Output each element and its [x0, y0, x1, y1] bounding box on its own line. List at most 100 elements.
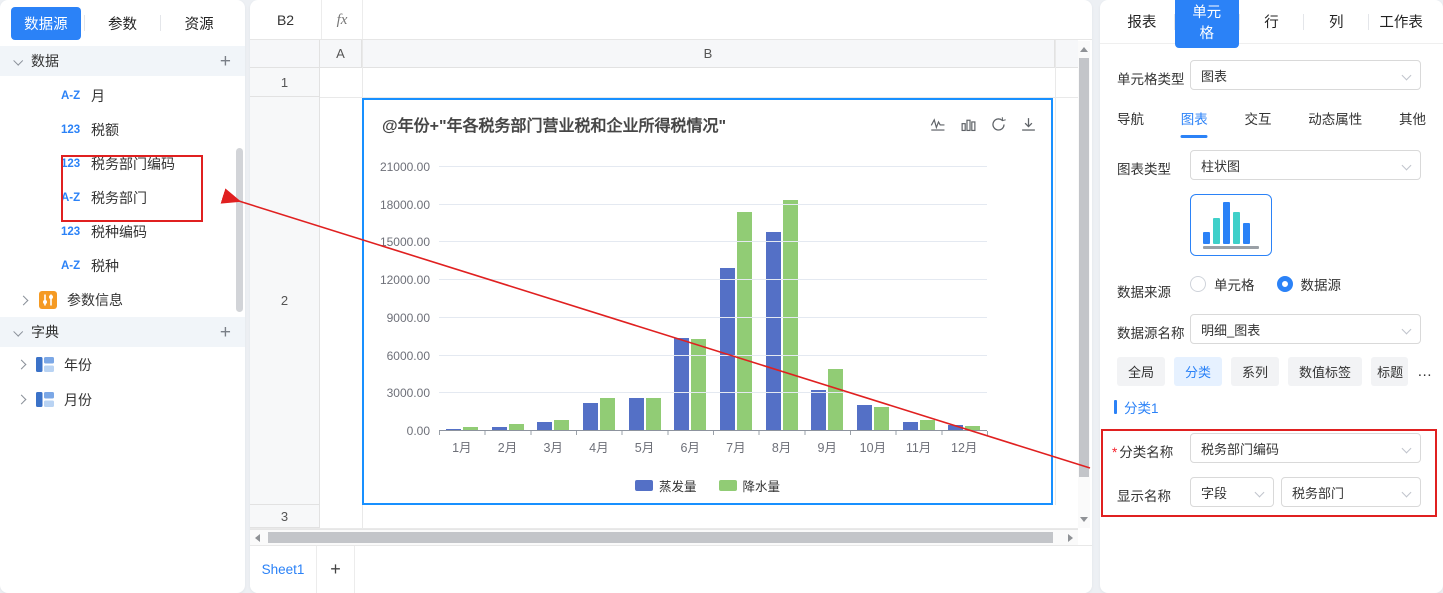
bar-chart-type-button[interactable] — [1190, 194, 1272, 256]
dict-item-year[interactable]: 年份 — [0, 347, 245, 382]
vertical-scroll-thumb[interactable] — [1079, 58, 1089, 477]
bar[interactable] — [720, 268, 735, 431]
tab-worksheet[interactable]: 工作表 — [1369, 11, 1433, 32]
chip-title[interactable]: 标题 — [1371, 357, 1408, 386]
column-headers: A B — [250, 40, 1078, 68]
chip-global[interactable]: 全局 — [1117, 357, 1165, 386]
radio-datasource-label[interactable]: 数据源 — [1301, 274, 1342, 294]
refresh-icon[interactable] — [990, 116, 1007, 133]
more-chips-icon[interactable]: … — [1417, 363, 1433, 380]
tab-cell[interactable]: 单元格 — [1175, 0, 1239, 48]
fx-icon[interactable]: fx — [322, 0, 363, 39]
add-field-icon[interactable]: + — [220, 52, 231, 71]
line-chart-icon[interactable] — [930, 116, 947, 133]
row-header-3[interactable]: 3 — [250, 505, 320, 528]
horizontal-scroll-thumb[interactable] — [268, 532, 1053, 543]
row-header-2[interactable]: 2 — [250, 97, 320, 505]
bar[interactable] — [737, 212, 752, 431]
tree-item-param-info[interactable]: 参数信息 — [0, 283, 245, 317]
number-type-icon: 123 — [61, 124, 91, 136]
sheet-tab-sheet1[interactable]: Sheet1 — [250, 546, 317, 593]
display-name-field-select[interactable]: 税务部门 — [1281, 477, 1421, 507]
chart-yaxis: 0.003000.006000.009000.0012000.0015000.0… — [364, 167, 430, 431]
subtab-dynamic-props[interactable]: 动态属性 — [1308, 100, 1362, 140]
radio-cell[interactable] — [1190, 276, 1206, 292]
tab-datasource[interactable]: 数据源 — [8, 7, 84, 40]
tab-cell-label: 单元格 — [1175, 0, 1239, 48]
add-dictionary-icon[interactable]: + — [220, 323, 231, 342]
download-icon[interactable] — [1020, 116, 1037, 133]
cell-name-box[interactable]: B2 — [250, 0, 322, 39]
legend-item[interactable]: 蒸发量 — [635, 476, 697, 495]
cell-type-select[interactable]: 图表 — [1190, 60, 1421, 90]
add-sheet-button[interactable]: + — [317, 546, 355, 593]
subtab-chart[interactable]: 图表 — [1181, 100, 1208, 140]
chart-legend: 蒸发量 降水量 — [364, 476, 1051, 495]
bar[interactable] — [583, 403, 598, 431]
tree-item-tax-amount[interactable]: 123 税额 — [0, 113, 245, 147]
scroll-left-icon[interactable] — [255, 534, 260, 542]
scroll-up-icon[interactable] — [1080, 47, 1088, 52]
bar[interactable] — [646, 398, 661, 431]
bar[interactable] — [828, 369, 843, 431]
tree-scrollbar[interactable] — [236, 148, 243, 312]
tree-item-tax-dept-code[interactable]: 123 税务部门编码 — [0, 147, 245, 181]
vertical-scrollbar[interactable] — [1078, 41, 1090, 528]
column-header-b[interactable]: B — [362, 40, 1055, 67]
radio-cell-label[interactable]: 单元格 — [1214, 274, 1255, 294]
horizontal-scrollbar[interactable] — [250, 529, 1078, 545]
gridline — [439, 355, 987, 356]
dict-item-month[interactable]: 月份 — [0, 382, 245, 417]
bar[interactable] — [766, 232, 781, 431]
tree-item-tax-type[interactable]: A-Z 税种 — [0, 249, 245, 283]
bar[interactable] — [874, 407, 889, 432]
tree-item-label: 税务部门 — [91, 188, 147, 208]
section-title: 字典 — [31, 322, 59, 342]
scroll-right-icon[interactable] — [1068, 534, 1073, 542]
radio-datasource[interactable] — [1277, 276, 1293, 292]
data-source-options: 单元格 数据源 — [1190, 274, 1443, 294]
bar[interactable] — [600, 398, 615, 431]
category-name-select[interactable]: 税务部门编码 — [1190, 433, 1421, 463]
category-name-value: 税务部门编码 — [1201, 439, 1279, 458]
subtab-interaction[interactable]: 交互 — [1245, 100, 1272, 140]
chart-cell-b2[interactable]: @年份+"年各税务部门营业税和企业所得税情况" 0.003000.006000.… — [362, 98, 1053, 505]
tree-item-tax-type-code[interactable]: 123 税种编码 — [0, 215, 245, 249]
bar[interactable] — [629, 398, 644, 431]
display-name-type-select[interactable]: 字段 — [1190, 477, 1274, 507]
tab-resources[interactable]: 资源 — [161, 13, 237, 34]
chip-value-label[interactable]: 数值标签 — [1288, 357, 1362, 386]
gridline — [439, 204, 987, 205]
chart-type-select[interactable]: 柱状图 — [1190, 150, 1421, 180]
select-all-corner[interactable] — [250, 40, 320, 67]
tree-item-label: 税额 — [91, 120, 119, 140]
chip-series[interactable]: 系列 — [1231, 357, 1279, 386]
formula-input[interactable] — [363, 0, 1092, 39]
bar-chart-icon[interactable] — [960, 116, 977, 133]
tab-column[interactable]: 列 — [1304, 11, 1368, 32]
ds-name-select[interactable]: 明细_图表 — [1190, 314, 1421, 344]
bar[interactable] — [857, 405, 872, 431]
tree-item-tax-dept[interactable]: A-Z 税务部门 — [0, 181, 245, 215]
cell-type-label: 单元格类型 — [1117, 68, 1185, 88]
bar[interactable] — [691, 339, 706, 431]
section-header-data[interactable]: 数据 + — [0, 46, 245, 76]
scroll-down-icon[interactable] — [1080, 517, 1088, 522]
tab-parameters[interactable]: 参数 — [85, 13, 161, 34]
subtab-other[interactable]: 其他 — [1399, 100, 1426, 140]
bar[interactable] — [674, 338, 689, 431]
tree-item-month[interactable]: A-Z 月 — [0, 79, 245, 113]
category-group-label: 分类1 — [1114, 397, 1159, 417]
chip-category[interactable]: 分类 — [1174, 357, 1222, 386]
subtab-navigation[interactable]: 导航 — [1117, 100, 1144, 140]
tab-row[interactable]: 行 — [1240, 11, 1304, 32]
bar[interactable] — [811, 390, 826, 431]
tab-report[interactable]: 报表 — [1110, 11, 1174, 32]
section-header-dictionary[interactable]: 字典 + — [0, 317, 245, 347]
bar[interactable] — [783, 200, 798, 431]
spreadsheet-area: B2 fx A B 1 2 3 @年份+"年各税务部门营业税和企业所得税情况" … — [250, 0, 1092, 593]
row-header-1[interactable]: 1 — [250, 68, 320, 97]
legend-item[interactable]: 降水量 — [719, 476, 781, 495]
column-header-a[interactable]: A — [320, 40, 362, 67]
x-tick-label: 2月 — [485, 437, 531, 456]
